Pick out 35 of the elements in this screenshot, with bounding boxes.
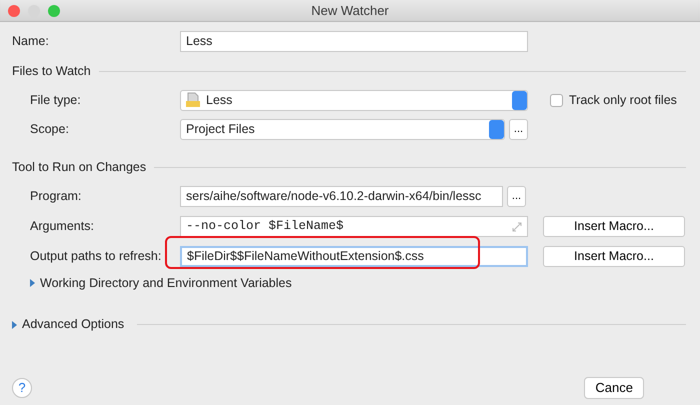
insert-macro-button[interactable]: Insert Macro... (543, 216, 685, 236)
file-icon (186, 92, 200, 108)
select-value: Less (206, 92, 232, 109)
field-label: Scope: (30, 120, 70, 138)
stepper-icon[interactable] (489, 120, 504, 139)
scope-select[interactable]: Project Files (180, 118, 505, 140)
expander-label[interactable]: Working Directory and Environment Variables (40, 274, 292, 292)
browse-button[interactable]: ... (507, 186, 526, 206)
zoom-icon[interactable] (48, 5, 60, 17)
name-field[interactable]: Less (180, 31, 528, 52)
stepper-icon[interactable] (512, 90, 527, 110)
field-label: Arguments: (30, 218, 95, 235)
checkbox[interactable] (550, 94, 563, 107)
cancel-button[interactable]: Cance (584, 377, 644, 399)
field-label: Output paths to refresh: (30, 248, 162, 265)
expander-label[interactable]: Advanced Options (22, 315, 124, 334)
disclosure-triangle-icon[interactable] (30, 278, 35, 287)
checkbox-label: Track only root files (569, 92, 677, 109)
section-title: Files to Watch (12, 63, 91, 80)
window-title: New Watcher (311, 2, 389, 20)
select-value: Project Files (186, 120, 255, 138)
field-label: Program: (30, 188, 82, 205)
field-label: File type: (30, 92, 82, 109)
program-field[interactable]: sers/aihe/software/node-v6.10.2-darwin-x64/bin/lessc (180, 186, 503, 206)
help-button[interactable]: ? (12, 378, 32, 398)
disclosure-triangle-icon[interactable] (12, 320, 17, 329)
output-paths-field[interactable]: $FileDir$$FileNameWithoutExtension$.css (180, 246, 528, 266)
field-label: Name: (12, 33, 50, 50)
browse-button[interactable]: ... (509, 118, 528, 140)
section-title: Tool to Run on Changes (12, 158, 146, 176)
file-type-select[interactable]: Less (180, 90, 528, 111)
arguments-field[interactable]: --no-color $FileName$ (180, 216, 528, 236)
expand-icon[interactable] (512, 222, 522, 232)
close-icon[interactable] (8, 5, 20, 17)
insert-macro-button[interactable]: Insert Macro... (543, 246, 685, 266)
